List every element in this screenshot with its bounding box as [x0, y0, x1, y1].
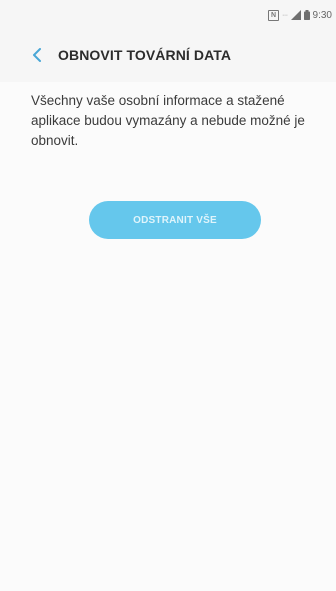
title-bar: OBNOVIT TOVÁRNÍ DATA: [0, 40, 336, 70]
wifi-icon: ···: [282, 11, 288, 19]
signal-icon: [290, 10, 301, 20]
nfc-icon: N: [268, 9, 280, 21]
screen: N ··· 9:30 OBNOVIT TOVÁRNÍ DATA Všechny …: [0, 0, 336, 591]
delete-all-button[interactable]: ODSTRANIT VŠE: [89, 201, 261, 239]
status-time: 9:30: [312, 9, 332, 21]
main-content: Všechny vaše osobní informace a stažené …: [0, 82, 336, 591]
battery-icon: [303, 10, 310, 20]
back-button[interactable]: [20, 40, 54, 70]
back-arrow-icon: [33, 48, 41, 62]
page-title: OBNOVIT TOVÁRNÍ DATA: [58, 47, 232, 63]
app-header: N ··· 9:30 OBNOVIT TOVÁRNÍ DATA: [0, 0, 336, 82]
reset-description: Všechny vaše osobní informace a stažené …: [31, 93, 305, 148]
status-bar: N ··· 9:30: [268, 8, 332, 22]
